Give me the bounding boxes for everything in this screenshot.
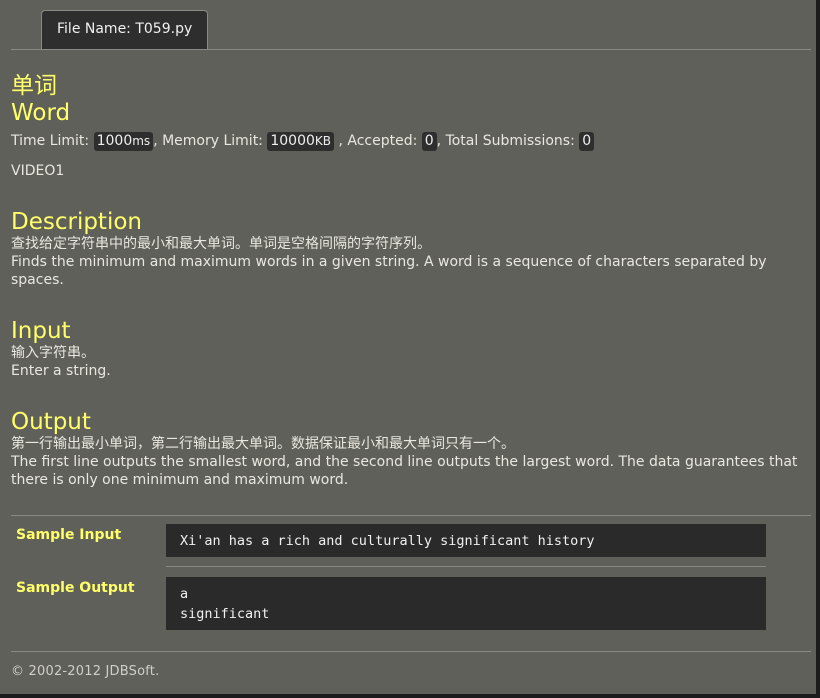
problem-content: 单词 Word Time Limit: 1000ms, Memory Limit… bbox=[11, 72, 811, 489]
submissions-label: , Total Submissions: bbox=[436, 133, 580, 149]
problem-limits: Time Limit: 1000ms, Memory Limit: 10000K… bbox=[11, 130, 811, 152]
time-limit-label: Time Limit: bbox=[11, 133, 94, 149]
accepted-badge: 0 bbox=[421, 132, 437, 151]
problem-title-en: Word bbox=[11, 100, 71, 126]
sample-output-label: Sample Output bbox=[16, 580, 135, 596]
footer-divider bbox=[11, 651, 811, 652]
output-text-en: The first line outputs the smallest word… bbox=[11, 454, 798, 488]
description-text-en: Finds the minimum and maximum words in a… bbox=[11, 254, 767, 288]
sample-output-box: a significant bbox=[166, 577, 766, 630]
memory-limit-value: 10000 bbox=[270, 133, 315, 149]
description-heading: Description bbox=[11, 209, 142, 235]
input-text-en: Enter a string. bbox=[11, 363, 111, 379]
problem-title-cn: 单词 bbox=[11, 73, 57, 99]
memory-limit-badge: 10000KB bbox=[267, 132, 335, 151]
time-limit-value: 1000 bbox=[96, 133, 133, 149]
tab-file-name[interactable]: File Name: T059.py bbox=[41, 10, 209, 49]
sample-divider bbox=[166, 566, 766, 567]
output-heading: Output bbox=[11, 409, 91, 435]
input-text-cn: 输入字符串。 bbox=[11, 345, 95, 361]
description-section: Description 查找给定字符串中的最小和最大单词。单词是空格间隔的字符序… bbox=[11, 209, 811, 289]
time-limit-badge: 1000ms bbox=[93, 132, 154, 151]
accepted-label: , Accepted: bbox=[334, 133, 422, 149]
output-text-cn: 第一行输出最小单词，第二行输出最大单词。数据保证最小和最大单词只有一个。 bbox=[11, 436, 515, 452]
memory-limit-unit: KB bbox=[314, 134, 332, 148]
sample-input-box: Xi'an has a rich and culturally signific… bbox=[166, 524, 766, 557]
description-text-cn: 查找给定字符串中的最小和最大单词。单词是空格间隔的字符序列。 bbox=[11, 236, 431, 252]
samples-table: Sample Input Xi'an has a rich and cultur… bbox=[11, 515, 811, 630]
tab-bar: File Name: T059.py bbox=[11, 0, 811, 50]
footer-copyright: © 2002-2012 JDBSoft. bbox=[11, 664, 160, 679]
problem-source: VIDEO1 bbox=[11, 163, 65, 179]
output-section: Output 第一行输出最小单词，第二行输出最大单词。数据保证最小和最大单词只有… bbox=[11, 409, 811, 489]
submissions-badge: 0 bbox=[579, 132, 595, 151]
input-section: Input 输入字符串。 Enter a string. bbox=[11, 318, 811, 380]
time-limit-unit: ms bbox=[132, 134, 151, 148]
input-heading: Input bbox=[11, 318, 71, 344]
memory-limit-label: , Memory Limit: bbox=[153, 133, 268, 149]
sample-input-label: Sample Input bbox=[16, 527, 122, 543]
